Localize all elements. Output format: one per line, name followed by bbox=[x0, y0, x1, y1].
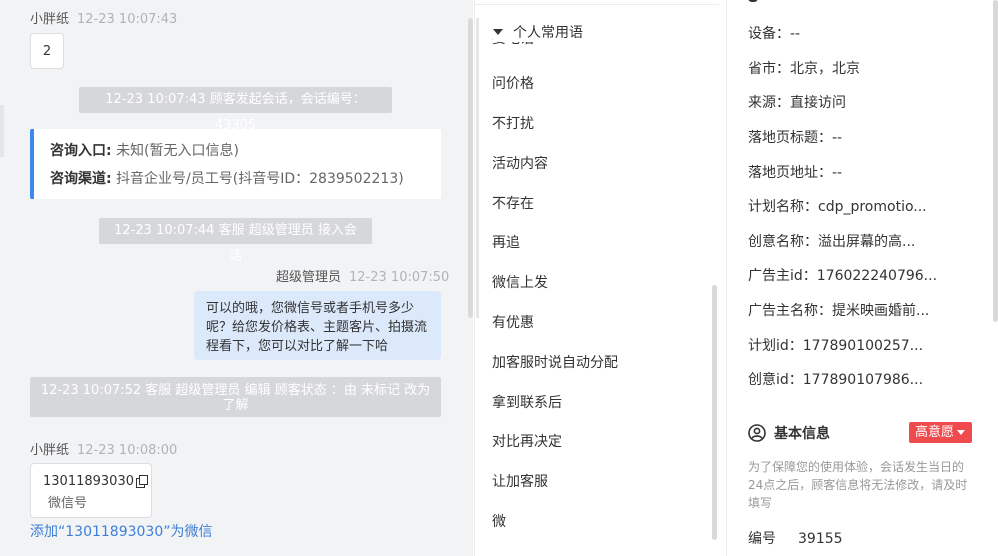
add-wechat-link[interactable]: 添加“13011893030”为微信 bbox=[30, 521, 213, 541]
phrase-item[interactable]: 加客服时说自动分配 bbox=[492, 352, 618, 372]
consult-entry-label: 咨询入口: bbox=[50, 143, 112, 159]
customer-message-bubble: 2 bbox=[30, 33, 64, 69]
info-row-advertiser-id: 广告主id：176022240796... bbox=[748, 268, 938, 284]
info-scrollbar[interactable] bbox=[993, 0, 998, 322]
phrase-item[interactable]: 让加客服 bbox=[492, 471, 548, 491]
info-row-city: 省市：北京，北京 bbox=[748, 61, 860, 77]
sender-name: 小胖纸 bbox=[30, 12, 70, 27]
sender-name: 小胖纸 bbox=[30, 443, 70, 458]
agent-name: 超级管理员 bbox=[276, 270, 342, 285]
info-row-landing-title: 落地页标题：-- bbox=[748, 130, 843, 146]
info-row-device: 设备：-- bbox=[748, 26, 801, 42]
agent-message-bubble: 可以的哦，您微信号或者手机号多少呢？给您发价格表、主题客片、拍摄流程看下，您可以… bbox=[194, 291, 441, 360]
phrase-item[interactable]: 再追 bbox=[492, 232, 520, 252]
left-scroll-track bbox=[476, 18, 479, 318]
wechat-contact-card: 13011893030 微信号 bbox=[30, 463, 152, 518]
system-message-session-start: 12-23 10:07:43 顾客发起会话，会话编号：43305 bbox=[79, 87, 392, 133]
phrase-item[interactable]: 有优惠 bbox=[492, 312, 534, 332]
message-time: 12-23 10:07:43 bbox=[77, 12, 178, 27]
info-row-source: 来源：直接访问 bbox=[748, 95, 846, 111]
info-row-advertiser-name: 广告主名称：提米映画婚前... bbox=[748, 303, 930, 319]
edit-notice-text: 为了保障您的使用体验，会话发生当日的24点之后，顾客信息将无法修改，请及时填写 bbox=[748, 460, 968, 510]
customer-sender-line-2: 小胖纸 12-23 10:08:00 bbox=[30, 439, 177, 458]
intent-level-dropdown[interactable]: 高意愿 bbox=[909, 422, 972, 443]
customer-sender-line: 小胖纸 12-23 10:07:43 bbox=[30, 8, 177, 27]
info-row-plan-id: 计划id：177890100257... bbox=[748, 338, 924, 354]
caret-down-icon bbox=[957, 430, 966, 435]
phrase-item[interactable]: 不存在 bbox=[492, 193, 534, 213]
consult-entry-value: 未知(暂无入口信息) bbox=[116, 143, 239, 159]
user-circle-icon bbox=[748, 424, 766, 442]
phrase-item[interactable]: 微信上发 bbox=[492, 272, 548, 292]
info-row-landing-url: 落地页地址：-- bbox=[748, 165, 843, 181]
chat-scrollbar[interactable] bbox=[468, 18, 473, 318]
system-message-status-change: 12-23 10:07:52 客服 超级管理员 编辑 顾客状态 ：由 未标记 改… bbox=[30, 377, 441, 417]
phrase-item[interactable]: 对比再决定 bbox=[492, 431, 562, 451]
customer-id-row: 编号 39155 bbox=[748, 528, 843, 548]
basic-info-title: 基本信息 bbox=[774, 426, 830, 442]
customer-id-value: 39155 bbox=[798, 531, 843, 547]
system-message-agent-join: 12-23 10:07:44 客服 超级管理员 接入会话 bbox=[99, 218, 372, 264]
consult-channel-value: 抖音企业号/员工号(抖音号ID：2839502213) bbox=[116, 171, 404, 187]
divider bbox=[475, 4, 719, 5]
consult-channel-label: 咨询渠道: bbox=[50, 171, 112, 187]
phone-number: 13011893030 bbox=[43, 474, 134, 489]
phrases-scrollbar[interactable] bbox=[712, 285, 717, 540]
phrase-item[interactable]: 拿到联系后 bbox=[492, 392, 562, 412]
basic-info-header: 基本信息 bbox=[748, 423, 830, 443]
caret-down-icon bbox=[493, 29, 503, 35]
customer-id-label: 编号 bbox=[748, 531, 776, 547]
partial-icon bbox=[748, 0, 758, 2]
chat-panel: 小胖纸 12-23 10:07:43 2 12-23 10:07:43 顾客发起会… bbox=[0, 0, 473, 556]
message-time: 12-23 10:08:00 bbox=[77, 443, 178, 458]
copy-icon[interactable] bbox=[135, 475, 149, 488]
phrase-item[interactable]: 问价格 bbox=[492, 73, 534, 93]
phrase-item[interactable]: 活动内容 bbox=[492, 153, 548, 173]
intent-level-label: 高意愿 bbox=[915, 425, 955, 440]
agent-sender-line: 超级管理员 12-23 10:07:50 bbox=[276, 266, 449, 285]
left-edge-tab bbox=[0, 105, 4, 157]
phrase-group-header[interactable]: 个人常用语 bbox=[493, 22, 591, 42]
info-row-creative-id: 创意id：177890107986... bbox=[748, 372, 924, 388]
info-row-plan-name: 计划名称：cdp_promotio... bbox=[748, 199, 927, 215]
customer-info-panel: 设备：-- 省市：北京，北京 来源：直接访问 落地页标题：-- 落地页地址：--… bbox=[726, 0, 998, 556]
phrases-panel: 个人常用语 要电话 问价格 不打扰 活动内容 不存在 再追 微信上发 有优惠 加… bbox=[474, 0, 725, 556]
wechat-label: 微信号 bbox=[48, 496, 88, 511]
phrase-item[interactable]: 不打扰 bbox=[492, 113, 534, 133]
agent-message-time: 12-23 10:07:50 bbox=[349, 270, 450, 285]
phrase-group-title: 个人常用语 bbox=[513, 25, 583, 41]
consult-info-card: 咨询入口: 未知(暂无入口信息) 咨询渠道: 抖音企业号/员工号(抖音号ID：2… bbox=[30, 129, 441, 199]
phrase-item[interactable]: 微 bbox=[492, 511, 506, 531]
info-row-creative-name: 创意名称：溢出屏幕的高... bbox=[748, 234, 916, 250]
